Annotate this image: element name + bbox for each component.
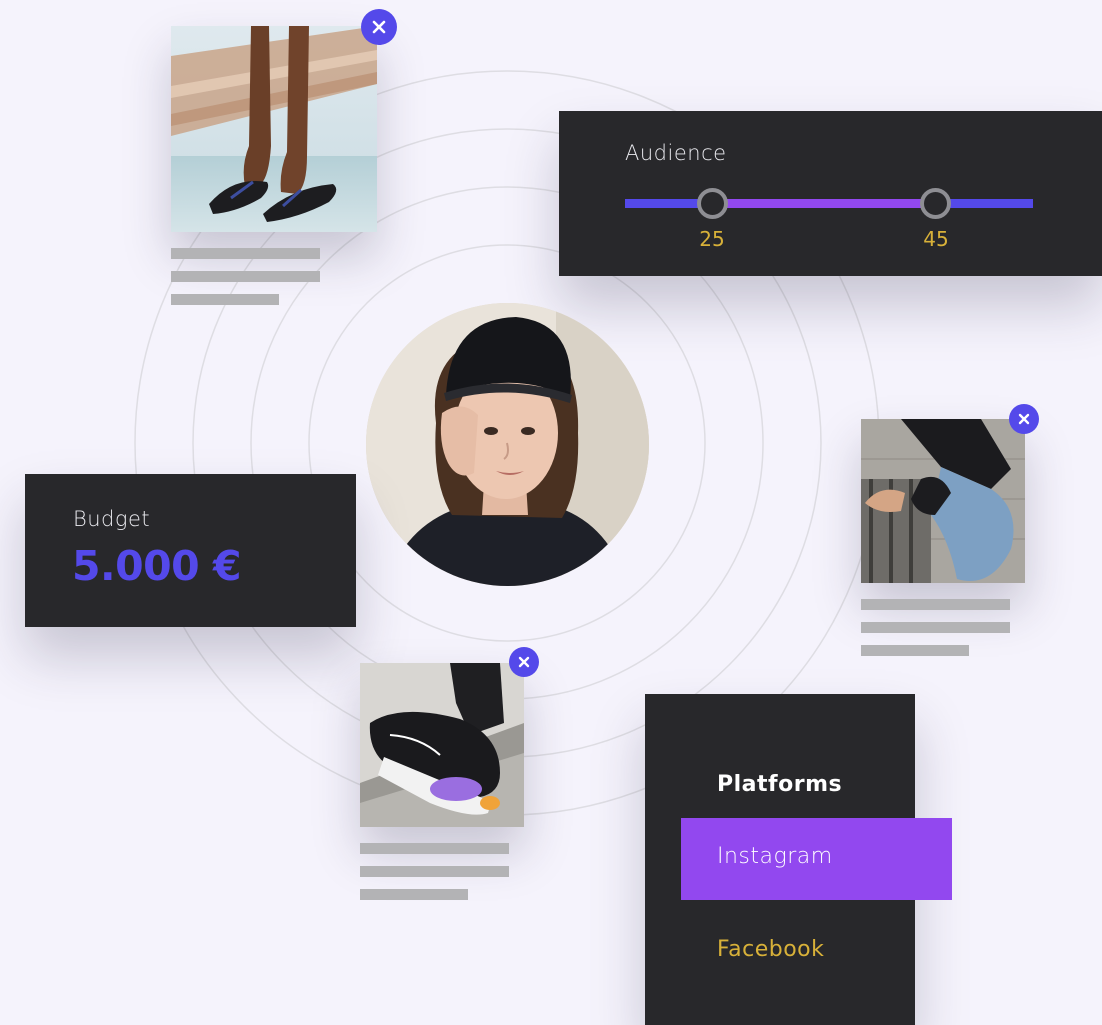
budget-amount: 5.000 € bbox=[72, 542, 242, 590]
placeholder-text-line bbox=[861, 622, 1010, 633]
placeholder-text-line bbox=[861, 645, 969, 656]
platforms-panel: Platforms Instagram Facebook bbox=[645, 694, 952, 1025]
placeholder-text-line bbox=[171, 294, 279, 305]
close-icon bbox=[518, 656, 530, 668]
audience-min-handle[interactable] bbox=[697, 188, 728, 219]
remove-media-button[interactable] bbox=[1009, 404, 1039, 434]
media-image-flipflops bbox=[171, 26, 377, 232]
media-image-boots bbox=[861, 419, 1025, 583]
audience-max-value: 45 bbox=[923, 227, 949, 251]
placeholder-text-line bbox=[861, 599, 1010, 610]
budget-panel: Budget 5.000 € bbox=[25, 474, 356, 627]
media-image-sneaker bbox=[360, 663, 524, 827]
profile-avatar bbox=[366, 303, 649, 586]
audience-max-handle[interactable] bbox=[920, 188, 951, 219]
remove-media-button[interactable] bbox=[361, 9, 397, 45]
audience-panel: Audience 25 45 bbox=[559, 111, 1102, 276]
remove-media-button[interactable] bbox=[509, 647, 539, 677]
placeholder-text-line bbox=[171, 248, 320, 259]
placeholder-text-line bbox=[360, 866, 509, 877]
platform-option-instagram[interactable]: Instagram bbox=[681, 818, 952, 900]
placeholder-text-line bbox=[171, 271, 320, 282]
close-icon bbox=[1018, 413, 1030, 425]
audience-slider-range bbox=[713, 199, 936, 208]
audience-min-value: 25 bbox=[699, 227, 725, 251]
platforms-title: Platforms bbox=[717, 772, 843, 797]
platform-option-label: Instagram bbox=[717, 844, 833, 869]
placeholder-text-line bbox=[360, 843, 509, 854]
close-icon bbox=[372, 20, 386, 34]
budget-label: Budget bbox=[73, 507, 151, 531]
audience-slider-track[interactable] bbox=[625, 199, 1033, 208]
audience-label: Audience bbox=[625, 141, 727, 165]
platform-option-facebook[interactable]: Facebook bbox=[717, 937, 824, 962]
placeholder-text-line bbox=[360, 889, 468, 900]
